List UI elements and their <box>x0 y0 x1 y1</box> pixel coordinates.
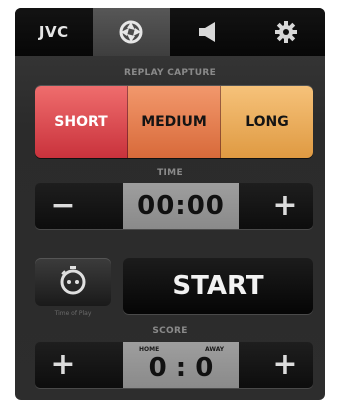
tab-audio[interactable] <box>170 8 248 56</box>
start-button[interactable]: START <box>123 258 313 314</box>
top-tab-bar: JVC <box>15 8 325 56</box>
timer-button[interactable] <box>35 258 111 306</box>
speaker-icon <box>197 21 221 43</box>
gear-icon <box>274 20 298 44</box>
remote-app-screen: JVC REPLAY CAPTURE SHORT MEDIUM LONG TIM… <box>15 8 325 400</box>
tab-settings[interactable] <box>247 8 325 56</box>
home-score-increment-button[interactable]: + <box>35 342 91 388</box>
time-decrement-button[interactable]: − <box>35 183 91 229</box>
time-stepper: − 00:00 + <box>35 183 313 229</box>
timer-caption: Time of Play <box>54 310 92 317</box>
long-replay-button[interactable]: LONG <box>221 86 313 158</box>
score-stepper: + 0 : 0 HOME AWAY + <box>35 342 313 388</box>
score-value: 0 : 0 <box>148 353 214 383</box>
short-replay-button[interactable]: SHORT <box>35 86 128 158</box>
tab-camera[interactable] <box>92 8 170 56</box>
away-label: AWAY <box>205 346 225 353</box>
score-label: SCORE <box>152 326 188 336</box>
time-increment-button[interactable]: + <box>257 183 313 229</box>
camera-aperture-icon <box>118 19 144 45</box>
jvc-logo: JVC <box>38 23 69 41</box>
stopwatch-icon <box>58 265 88 299</box>
replay-capture-group: SHORT MEDIUM LONG <box>35 86 313 158</box>
replay-capture-label: REPLAY CAPTURE <box>123 68 217 78</box>
medium-replay-button[interactable]: MEDIUM <box>128 86 221 158</box>
time-display: 00:00 <box>123 183 239 229</box>
time-label: TIME <box>157 168 183 178</box>
tab-jvc[interactable]: JVC <box>15 8 93 56</box>
home-label: HOME <box>139 346 160 353</box>
away-score-increment-button[interactable]: + <box>257 342 313 388</box>
